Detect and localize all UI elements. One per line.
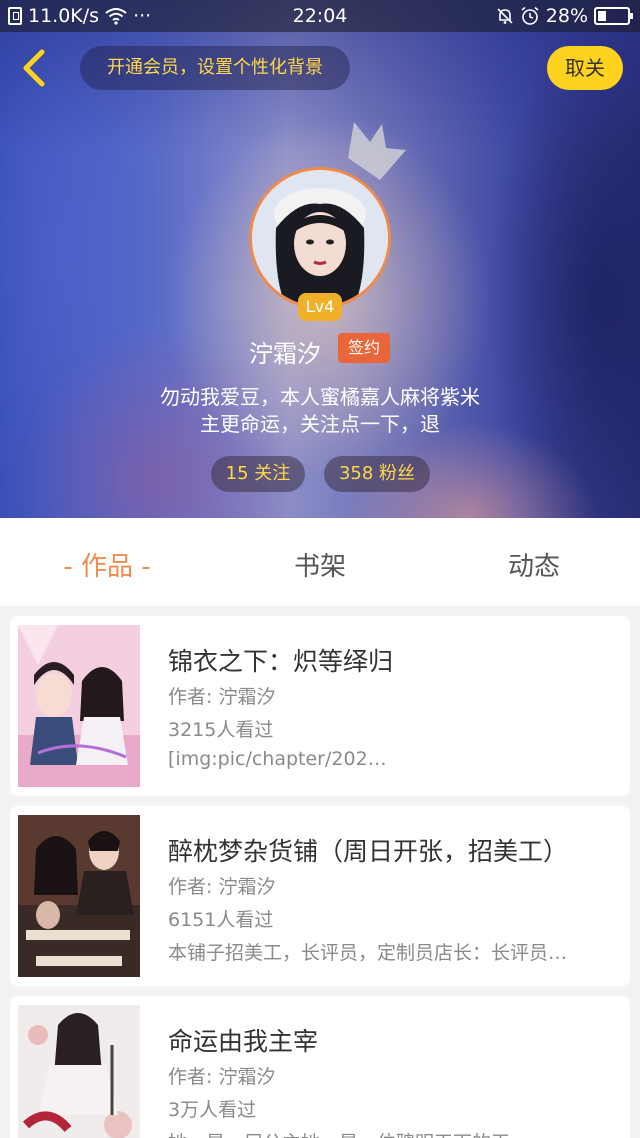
level-badge: Lv4 xyxy=(298,293,342,321)
profile-header: 11.0K/s ··· 22:04 28% 开通会员，设置个性化背景 取关 Lv… xyxy=(0,0,640,518)
book-cover xyxy=(18,625,140,787)
book-title: 醉枕梦杂货铺（周日开张，招美工） xyxy=(168,837,569,866)
book-card[interactable]: 锦衣之下：炽等绎归 作者: 泞霜汐 3215人看过 [img:pic/chapt… xyxy=(10,616,630,796)
tab-bookshelf[interactable]: 书架 xyxy=(270,546,370,583)
chevron-left-icon xyxy=(23,49,45,87)
book-views: 3215人看过 xyxy=(168,719,274,741)
book-author: 作者: 泞霜汐 xyxy=(168,1066,276,1088)
book-description: 她，是一届公主她，是一位聰明天下的王 xyxy=(168,1128,613,1138)
book-views: 3万人看过 xyxy=(168,1099,257,1121)
book-cover xyxy=(18,815,140,977)
back-button[interactable] xyxy=(16,48,56,88)
bio: 勿动我爱豆，本人蜜橘嘉人麻将紫米 主更命运，关注点一下，退 xyxy=(100,384,540,438)
crown-icon xyxy=(348,122,406,180)
mute-bell-icon xyxy=(497,8,513,24)
unfollow-button[interactable]: 取关 xyxy=(547,46,623,90)
username: 泞霜汐 xyxy=(249,340,321,368)
alarm-icon xyxy=(521,6,539,25)
vip-background-banner[interactable]: 开通会员，设置个性化背景 xyxy=(80,46,350,90)
signed-badge: 签约 xyxy=(338,333,390,363)
book-author: 作者: 泞霜汐 xyxy=(168,876,276,898)
book-views: 6151人看过 xyxy=(168,909,274,931)
book-cover xyxy=(18,1005,140,1138)
avatar[interactable] xyxy=(249,167,391,309)
book-description: 本铺子招美工，长评员，定制员店长：长评员… xyxy=(168,942,568,964)
status-bar: 11.0K/s ··· 22:04 28% xyxy=(0,0,640,32)
tab-works[interactable]: - 作品 - xyxy=(52,546,162,583)
book-title: 锦衣之下：炽等绎归 xyxy=(168,647,394,676)
battery-level: 28% xyxy=(545,5,588,27)
book-title: 命运由我主宰 xyxy=(168,1027,319,1056)
bio-line: 勿动我爱豆，本人蜜橘嘉人麻将紫米 xyxy=(160,385,480,409)
fans-count[interactable]: 358 粉丝 xyxy=(324,456,430,492)
book-card[interactable]: 醉枕梦杂货铺（周日开张，招美工） 作者: 泞霜汐 6151人看过 本铺子招美工，… xyxy=(10,806,630,986)
avatar-portrait-icon xyxy=(252,170,388,306)
book-description: [img:pic/chapter/202… xyxy=(168,748,387,770)
profile-tabs: - 作品 - 书架 动态 xyxy=(0,518,640,606)
battery-icon xyxy=(594,7,633,25)
book-card[interactable]: 命运由我主宰 作者: 泞霜汐 3万人看过 她，是一届公主她，是一位聰明天下的王 xyxy=(10,996,630,1138)
bio-line: 主更命运，关注点一下，退 xyxy=(200,412,440,436)
following-count[interactable]: 15 关注 xyxy=(211,456,305,492)
book-author: 作者: 泞霜汐 xyxy=(168,686,276,708)
tab-activity[interactable]: 动态 xyxy=(484,546,584,583)
